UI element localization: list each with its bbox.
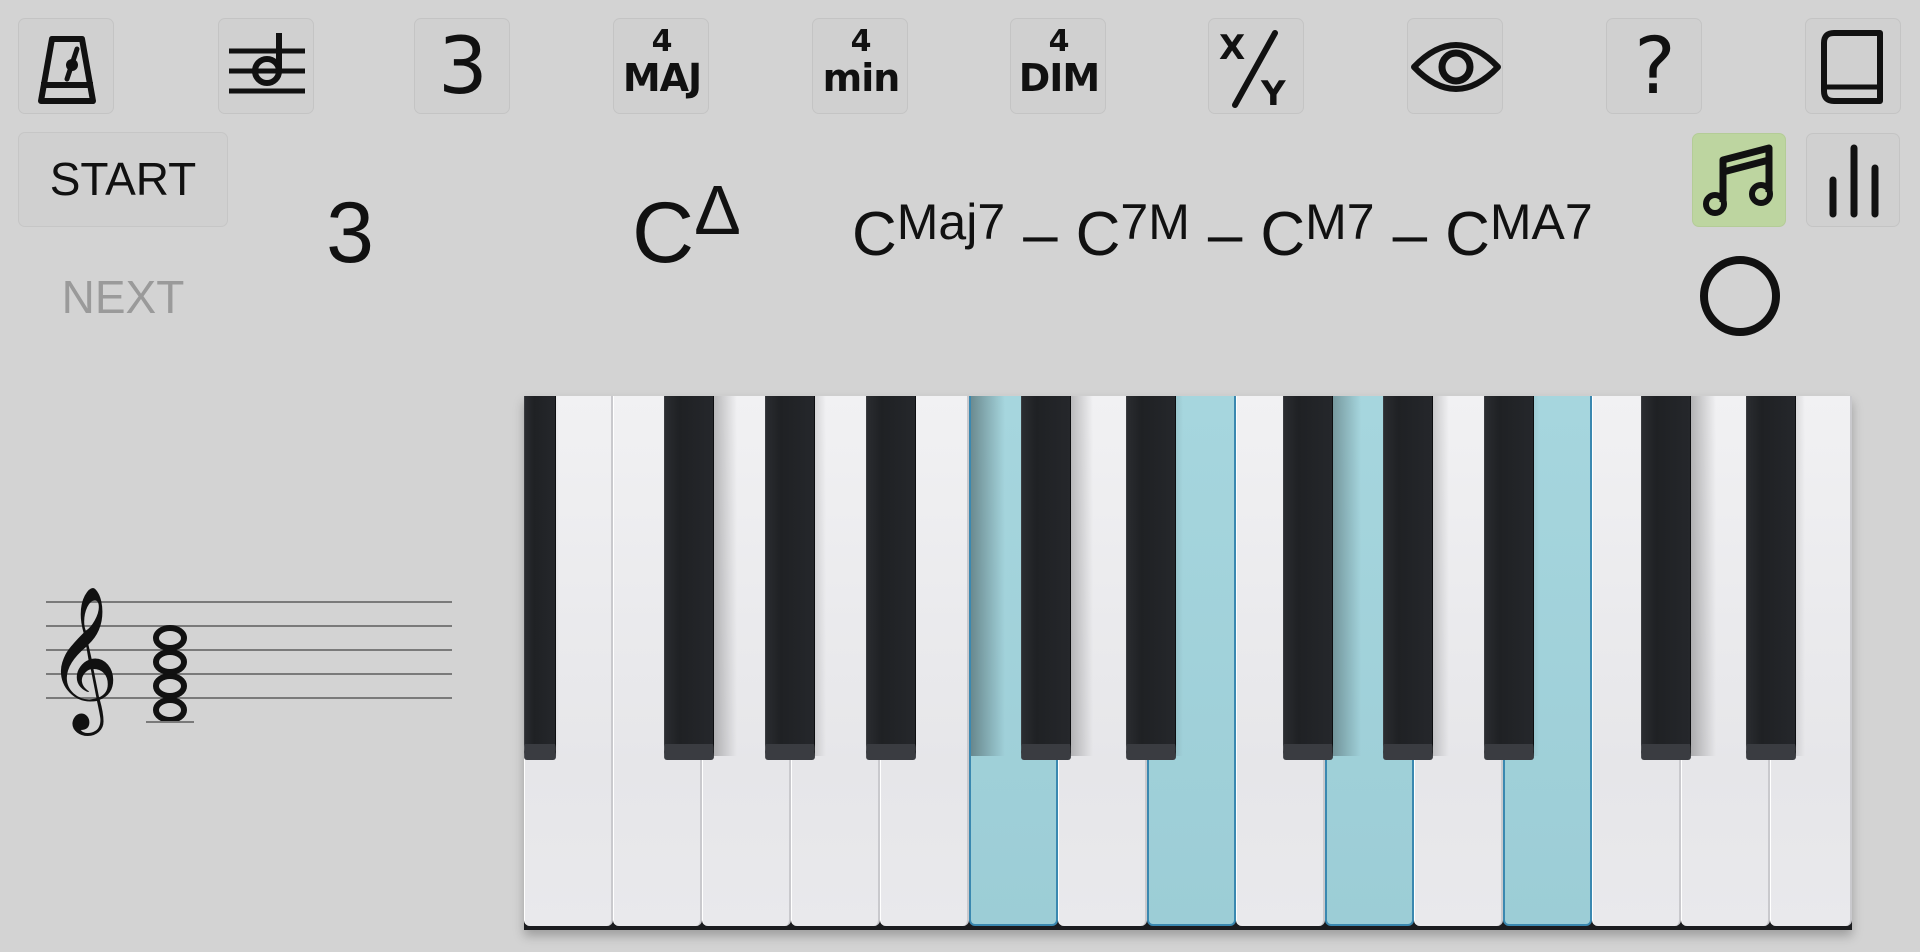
alt-root-1: C [852,200,897,269]
alt-quality-3: M7 [1305,194,1375,250]
metronome-icon [38,36,96,104]
black-key[interactable] [524,396,556,760]
svg-text:Y: Y [1260,74,1286,114]
staff-note-button[interactable] [218,18,314,114]
piano-keyboard[interactable] [524,396,1852,930]
alt-quality-4: MA7 [1489,194,1593,250]
help-button[interactable]: ? [1606,18,1702,114]
four-min-bottom: min [822,56,901,100]
eye-icon [1411,42,1501,92]
four-dim-bottom: DIM [1018,56,1101,100]
alt-quality-2: 7M [1120,194,1190,250]
toolbar: 3 4 MAJ 4 min 4 DIM X Y ? [0,0,1920,120]
music-staff: 𝄞 [46,586,452,736]
four-maj-bottom: MAJ [622,56,702,100]
four-maj-button[interactable]: 4 MAJ [613,18,709,114]
slash-chord-icon: X Y [1219,28,1286,114]
alt-separator: – [1392,200,1428,269]
metronome-button[interactable] [18,18,114,114]
four-min-top: 4 [850,24,872,59]
black-key[interactable] [1126,396,1176,760]
black-key[interactable] [1484,396,1534,760]
statistics-button[interactable] [1806,133,1900,227]
slash-chord-button[interactable]: X Y [1208,18,1304,114]
chord-root: C [632,185,695,281]
alt-quality-1: Maj7 [896,194,1006,250]
black-key[interactable] [1746,396,1796,760]
black-key[interactable] [1283,396,1333,760]
show-answer-button[interactable] [1407,18,1503,114]
alt-separator: – [1023,200,1058,269]
four-dim-button[interactable]: 4 DIM [1010,18,1106,114]
four-min-button[interactable]: 4 min [812,18,908,114]
question-mark-icon: ? [1634,22,1676,112]
three-notes-button[interactable]: 3 [414,18,510,114]
black-key[interactable] [1383,396,1433,760]
note-on-staff-icon [229,33,305,94]
book-button[interactable] [1805,18,1901,114]
next-button[interactable]: NEXT [18,262,228,332]
svg-text:X: X [1219,28,1245,68]
black-key[interactable] [866,396,916,760]
music-notes-icon [1703,144,1773,216]
black-key[interactable] [1021,396,1071,760]
treble-clef-icon: 𝄞 [46,586,119,736]
black-key[interactable] [1641,396,1691,760]
chord-quality: Δ [694,171,741,249]
black-key[interactable] [765,396,815,760]
start-button[interactable]: START [18,132,228,227]
alt-root-4: C [1445,200,1490,269]
alt-separator: – [1207,200,1243,269]
black-key[interactable] [664,396,714,760]
alt-root-3: C [1260,200,1306,269]
bar-graph-icon [1829,144,1879,218]
four-maj-top: 4 [651,24,673,59]
book-icon [1821,30,1883,104]
three-label: 3 [438,22,488,112]
circle-icon [1700,256,1780,336]
sound-toggle-button[interactable] [1692,133,1786,227]
chord-alternatives: CMaj7– C7M – CM7– CMA7 [852,197,1593,266]
four-dim-top: 4 [1048,24,1070,59]
question-counter: 3 [326,185,374,281]
alt-root-2: C [1075,200,1121,269]
chord-symbol-main: CΔ [632,175,741,276]
